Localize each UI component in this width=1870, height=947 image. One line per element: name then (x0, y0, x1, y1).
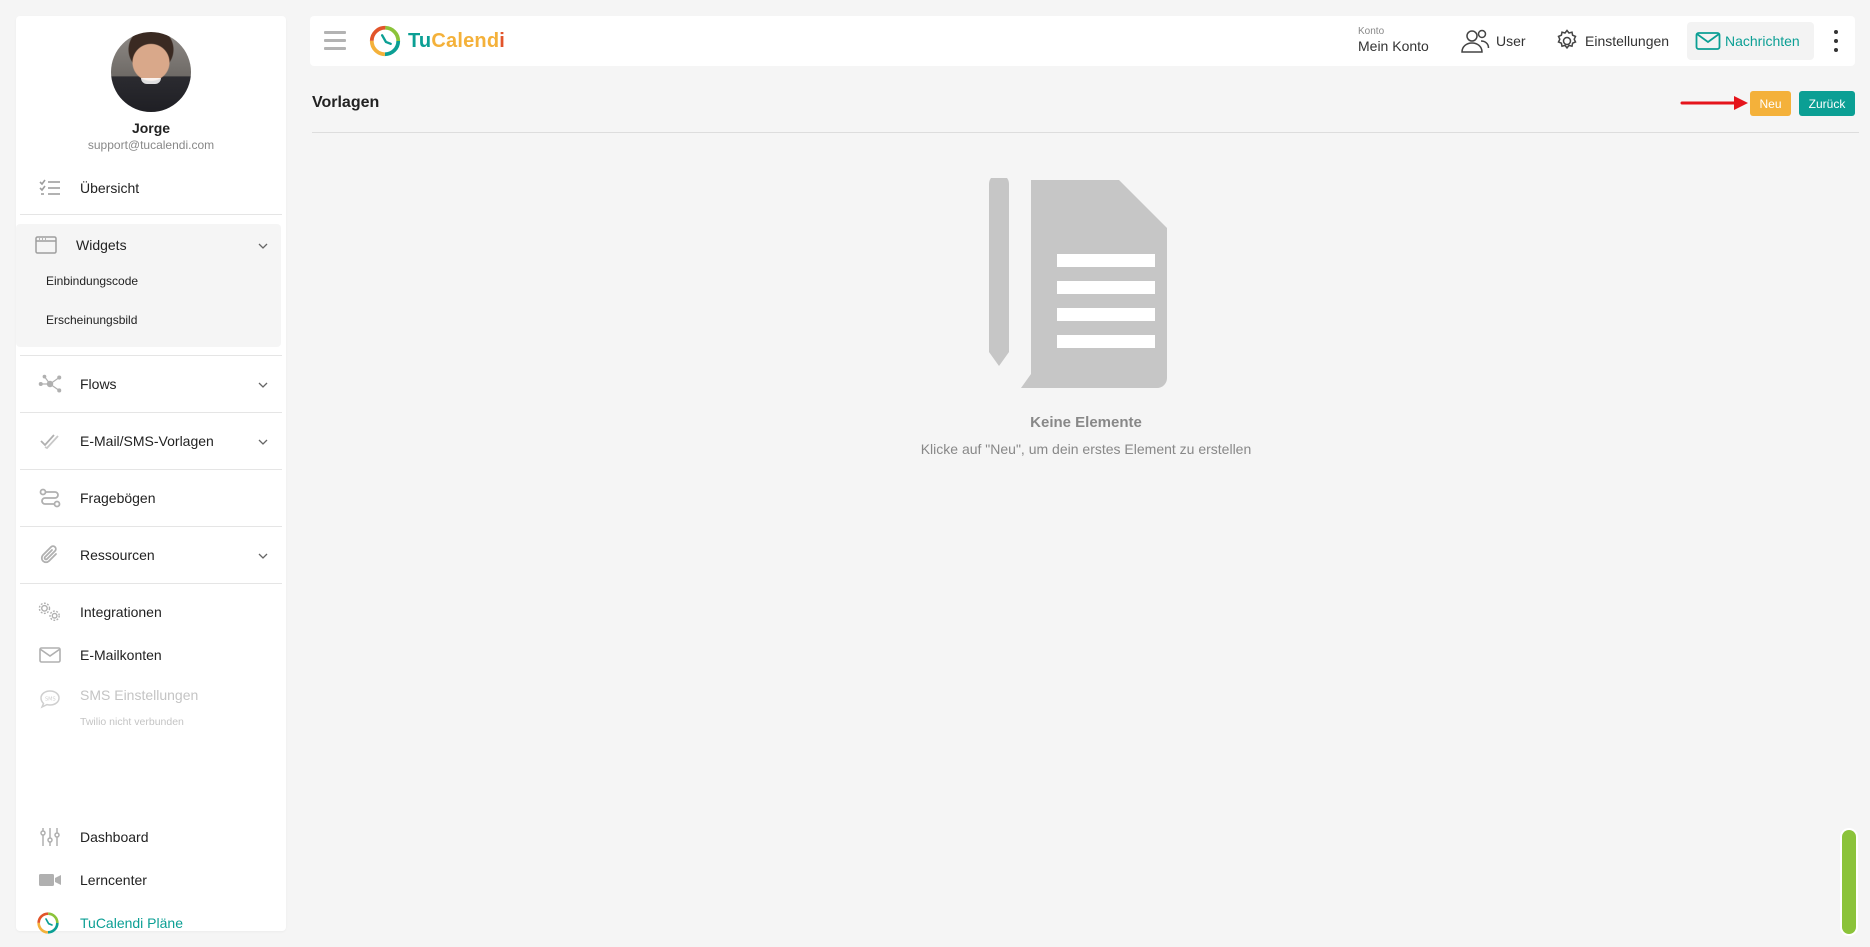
sidebar-item-dashboard[interactable]: Dashboard (16, 823, 286, 851)
sidebar-item-questionnaires[interactable]: Fragebögen (16, 484, 286, 512)
empty-state-subtitle: Klicke auf "Neu", um dein erstes Element… (920, 441, 1252, 457)
sidebar-item-label: Flows (80, 376, 117, 392)
sidebar-item-resources[interactable]: Ressourcen (16, 541, 286, 569)
browser-window-icon (34, 233, 58, 257)
gear-icon (1557, 29, 1577, 50)
top-bar: TuCalendi Konto Mein Konto User Einstell… (310, 16, 1855, 66)
chevron-down-icon (258, 548, 268, 562)
account-name: Mein Konto (1358, 38, 1429, 54)
messages-label: Nachrichten (1725, 33, 1800, 49)
sidebar-item-overview[interactable]: Übersicht (16, 174, 286, 202)
sidebar-item-integrations[interactable]: Integrationen (16, 598, 286, 626)
page-title: Vorlagen (312, 94, 380, 111)
profile-email: support@tucalendi.com (87, 138, 215, 152)
empty-state-title: Keine Elemente (1030, 414, 1142, 431)
new-button[interactable]: Neu (1750, 91, 1791, 116)
sidebar-subitem-appearance[interactable]: Erscheinungsbild (46, 313, 137, 327)
users-icon (1461, 29, 1490, 53)
divider (20, 214, 282, 215)
logo-text: TuCalendi (408, 29, 506, 52)
divider (20, 469, 282, 470)
video-camera-icon (38, 868, 62, 892)
more-menu-icon[interactable] (1831, 30, 1841, 52)
checklist-icon (38, 176, 62, 200)
scroll-indicator[interactable] (1842, 830, 1856, 934)
avatar[interactable] (111, 32, 191, 112)
tucalendi-logo-icon (36, 911, 60, 935)
sidebar-item-sms-settings: SMS SMS Einstellungen (16, 685, 286, 709)
account-menu[interactable]: Konto Mein Konto (1358, 26, 1429, 54)
sidebar-item-label: Ressourcen (80, 547, 155, 563)
svg-text:SMS: SMS (45, 697, 56, 703)
divider (20, 355, 282, 356)
paperclip-icon (38, 543, 62, 567)
annotation-arrow-icon (1680, 96, 1748, 110)
profile-name: Jorge (131, 120, 171, 136)
sidebar-item-label: E-Mailkonten (80, 647, 162, 663)
chevron-down-icon (258, 238, 268, 252)
hamburger-menu-icon[interactable] (324, 31, 346, 51)
envelope-icon (1695, 32, 1721, 50)
sidebar-item-learning-center[interactable]: Lerncenter (16, 866, 286, 894)
sms-bubble-icon: SMS (38, 687, 62, 711)
divider (20, 526, 282, 527)
envelope-icon (38, 643, 62, 667)
sidebar-item-label: Lerncenter (80, 872, 147, 888)
divider (312, 132, 1859, 133)
divider (20, 412, 282, 413)
sidebar-item-label: Fragebögen (80, 490, 156, 506)
divider (20, 583, 282, 584)
sidebar-item-label: Integrationen (80, 604, 162, 620)
settings-button[interactable]: Einstellungen (1555, 16, 1669, 66)
sidebar-item-widgets[interactable]: Widgets (16, 231, 286, 259)
sidebar-item-label: Dashboard (80, 829, 149, 845)
route-icon (38, 486, 62, 510)
sidebar-item-email-accounts[interactable]: E-Mailkonten (16, 641, 286, 669)
user-button[interactable]: User (1460, 16, 1526, 66)
settings-label: Einstellungen (1585, 33, 1670, 49)
messages-button[interactable]: Nachrichten (1687, 22, 1814, 60)
sidebar: Jorge support@tucalendi.com Übersicht Wi… (16, 16, 286, 934)
tucalendi-logo[interactable]: TuCalendi (368, 24, 505, 58)
chevron-down-icon (258, 377, 268, 391)
user-label: User (1496, 33, 1526, 49)
tucalendi-logo-icon (369, 25, 401, 57)
account-label: Konto (1358, 26, 1385, 37)
back-button[interactable]: Zurück (1799, 91, 1855, 116)
sidebar-item-label: SMS Einstellungen (80, 687, 199, 703)
sidebar-item-label: TuCalendi Pläne (80, 915, 183, 931)
sidebar-item-flows[interactable]: Flows (16, 370, 286, 398)
network-icon (38, 372, 62, 396)
document-pencil-icon (989, 178, 1167, 388)
sidebar-item-label: Widgets (76, 237, 127, 253)
sidebar-subitem-embed-code[interactable]: Einbindungscode (46, 274, 138, 288)
sms-settings-note: Twilio nicht verbunden (80, 716, 184, 728)
profile: Jorge support@tucalendi.com (16, 16, 286, 152)
sidebar-item-label: Übersicht (80, 180, 140, 196)
gears-icon (38, 600, 62, 624)
sidebar-item-plans[interactable]: TuCalendi Pläne (16, 909, 286, 937)
sliders-icon (38, 825, 62, 849)
